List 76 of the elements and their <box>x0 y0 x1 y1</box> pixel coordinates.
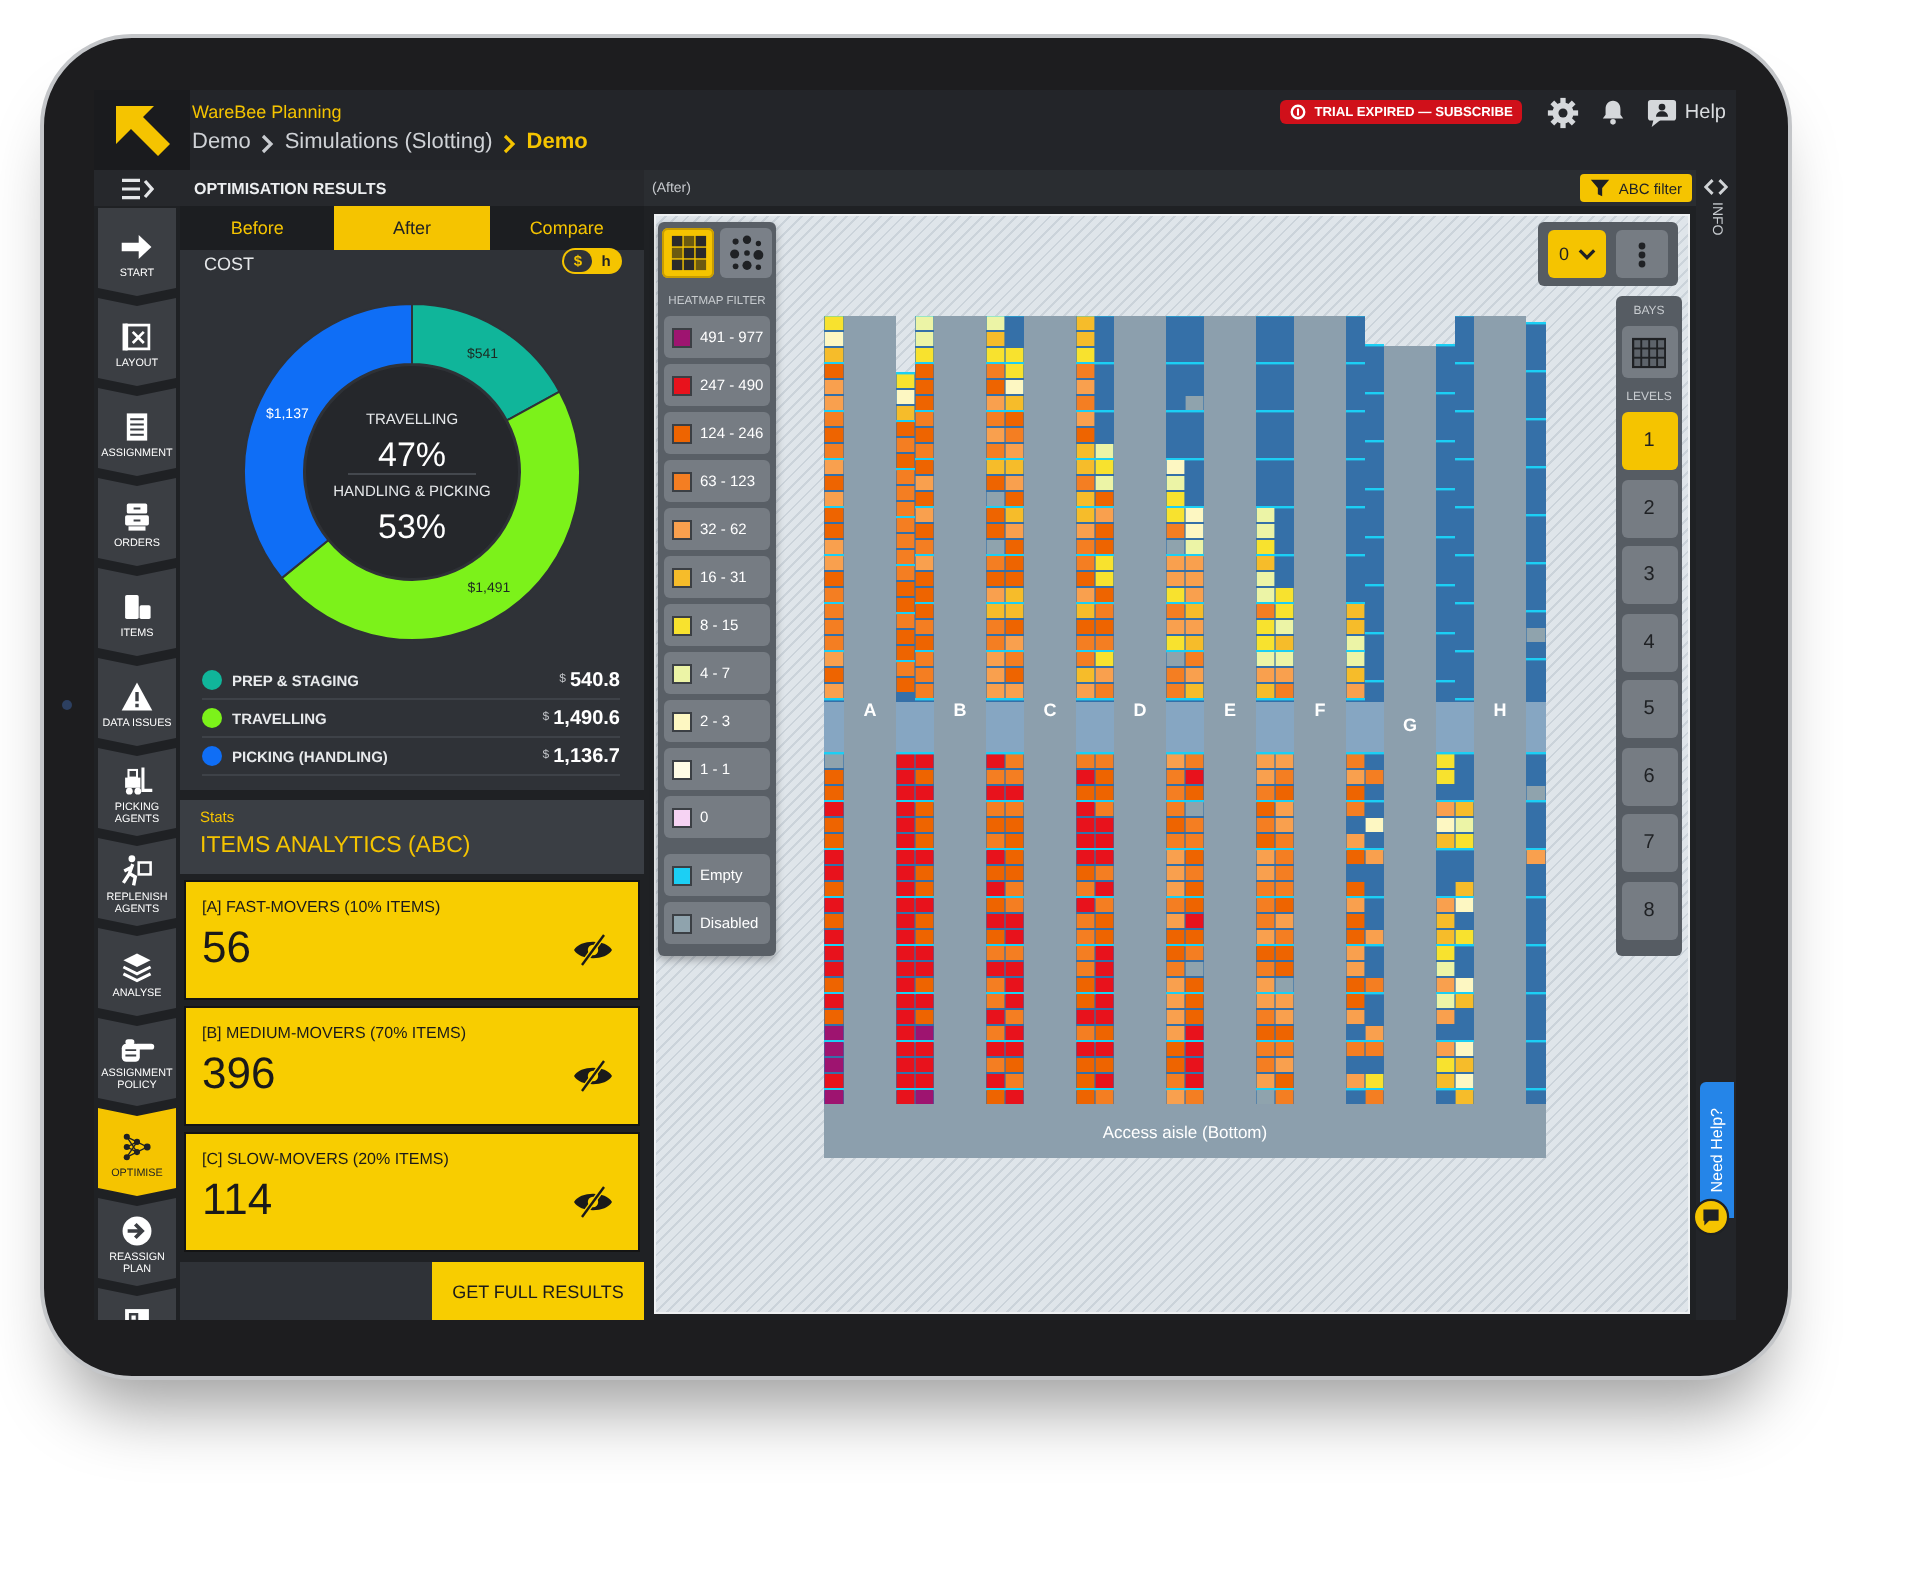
aisle-label: H <box>1493 700 1507 720</box>
bays-button[interactable] <box>1621 326 1677 378</box>
panel-title: OPTIMISATION RESULTS <box>180 170 644 206</box>
chat-icon[interactable] <box>1692 1198 1730 1236</box>
forklift-icon <box>120 763 154 798</box>
level-button[interactable]: 3 <box>1621 546 1677 604</box>
more-icon <box>1638 241 1646 267</box>
arrow-circle-icon <box>120 1213 154 1248</box>
card-label: [B] MEDIUM-MOVERS (70% ITEMS) <box>202 1024 469 1044</box>
caret-icon <box>1577 248 1595 260</box>
aisle-label: E <box>1224 700 1236 720</box>
need-help-tab[interactable]: Need Help? <box>1700 1082 1734 1218</box>
chevron-icon <box>502 133 517 153</box>
eye-slash-icon[interactable] <box>572 934 614 966</box>
card-value: 396 <box>202 1050 276 1098</box>
aisle-label: F <box>1314 700 1326 720</box>
app-name: WareBee Planning <box>192 102 342 124</box>
aisle-label: A <box>863 700 877 720</box>
legend-value: 540.8 <box>569 669 620 691</box>
chevrons-icon[interactable] <box>1704 178 1728 196</box>
view-mode-button[interactable] <box>662 228 714 278</box>
access-aisle-label: Access aisle (Bottom) <box>1102 1122 1268 1142</box>
camera-icon <box>62 700 72 710</box>
breadcrumb-link[interactable]: Simulations (Slotting) <box>284 130 493 156</box>
legend-value: 1,490.6 <box>553 707 620 729</box>
level-button[interactable]: 2 <box>1621 479 1677 537</box>
level-dropdown[interactable]: 0 <box>1548 230 1606 278</box>
level-button[interactable]: 8 <box>1621 881 1677 939</box>
level-button[interactable]: 5 <box>1621 680 1677 738</box>
aisle-label: G <box>1403 715 1417 735</box>
chevron-icon <box>260 133 275 153</box>
stats-title: ITEMS ANALYTICS (ABC) <box>200 832 473 860</box>
network-icon <box>120 1129 154 1164</box>
level-button[interactable]: 7 <box>1621 814 1677 872</box>
card-label: [A] FAST-MOVERS (10% ITEMS) <box>202 898 443 918</box>
aisle-label: C <box>1043 700 1057 720</box>
level-button[interactable]: 6 <box>1621 747 1677 805</box>
center-percentage: 47% <box>377 436 447 474</box>
breadcrumb-link[interactable]: Demo <box>192 130 251 156</box>
power-icon <box>1290 104 1307 120</box>
filter-icon <box>1590 178 1611 198</box>
legend-value: 1,136.7 <box>553 745 620 767</box>
card-label: [C] SLOW-MOVERS (20% ITEMS) <box>202 1150 451 1170</box>
help-button[interactable]: Help <box>1646 96 1726 128</box>
card-value: 114 <box>202 1176 273 1224</box>
more-button[interactable] <box>1616 230 1668 278</box>
card-value: 56 <box>202 924 251 972</box>
sidebar-toggle-button[interactable] <box>94 170 180 206</box>
boxes-icon <box>120 589 154 624</box>
grid-icon <box>1630 335 1668 369</box>
level-button[interactable]: 1 <box>1621 412 1677 470</box>
running-person-icon <box>120 853 154 888</box>
menu-icon <box>121 177 153 199</box>
tab[interactable]: Before <box>180 206 335 250</box>
level-button[interactable]: 4 <box>1621 613 1677 671</box>
grid-icon <box>669 234 707 272</box>
tab[interactable]: After <box>334 206 490 250</box>
warning-icon <box>120 679 154 714</box>
pointing-hand-icon <box>119 1037 155 1064</box>
layers-icon <box>120 949 154 984</box>
settings-icon[interactable] <box>1546 95 1581 129</box>
dots-icon <box>727 234 765 272</box>
aisle-label: D <box>1133 700 1147 720</box>
center-percentage: 53% <box>377 508 447 546</box>
help-icon <box>1646 97 1679 127</box>
view-mode-button[interactable] <box>720 228 772 278</box>
bell-icon[interactable] <box>1600 98 1627 126</box>
x-square-icon <box>120 319 154 354</box>
get-results-button[interactable]: GET FULL RESULTS <box>432 1262 644 1320</box>
cabinet-icon <box>120 499 154 534</box>
eye-slash-icon[interactable] <box>572 1060 614 1092</box>
aisle-label: B <box>953 700 967 720</box>
section-title: COST <box>204 254 255 276</box>
breadcrumb-link[interactable]: Demo <box>526 130 588 156</box>
eye-slash-icon[interactable] <box>572 1186 614 1218</box>
tab[interactable]: Compare <box>489 206 644 250</box>
